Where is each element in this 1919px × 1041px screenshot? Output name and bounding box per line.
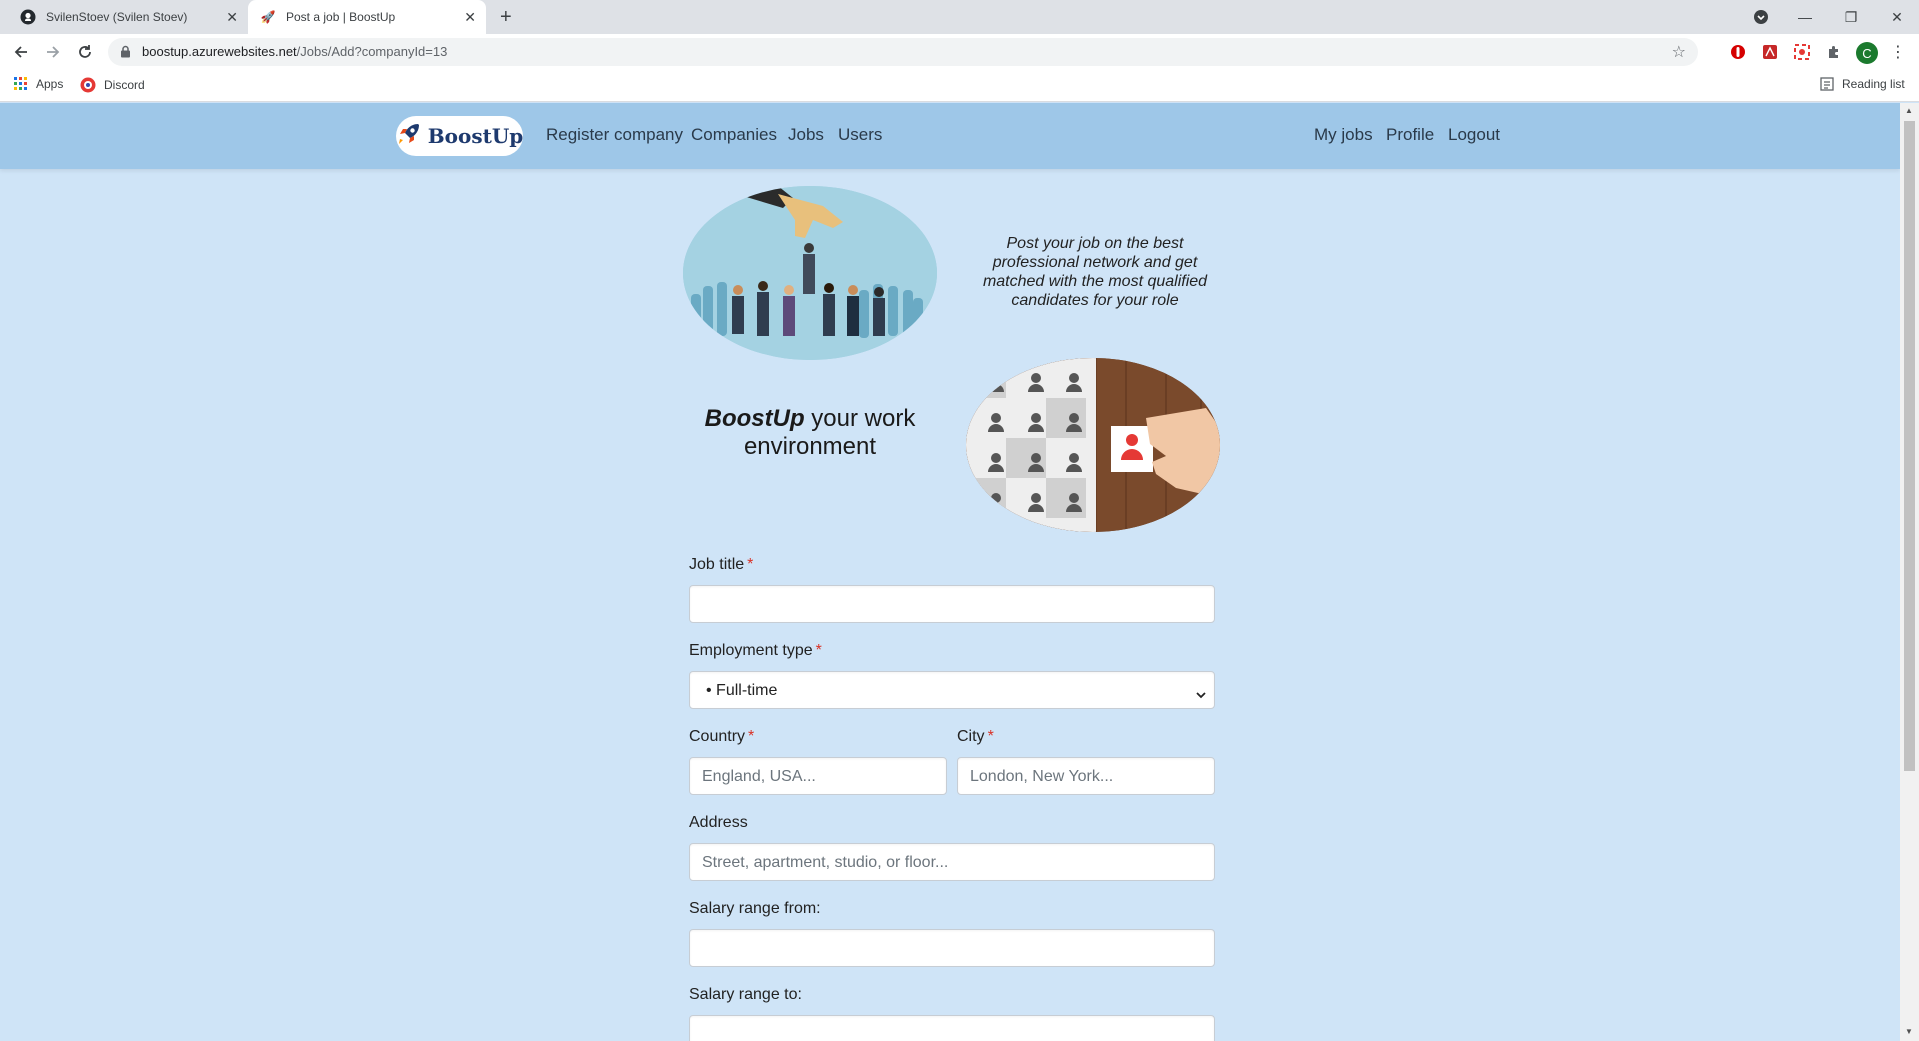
city-label: City * xyxy=(957,728,994,745)
scroll-down-arrow-icon[interactable]: ▼ xyxy=(1905,1027,1913,1036)
restore-button[interactable]: ❐ xyxy=(1828,0,1874,34)
discord-icon xyxy=(80,77,96,93)
reading-list-button[interactable]: Reading list xyxy=(1820,77,1905,91)
nav-companies[interactable]: Companies xyxy=(691,125,777,145)
bookmark-apps[interactable]: Apps xyxy=(14,77,63,91)
country-input[interactable]: England, USA... xyxy=(689,757,947,795)
hiring-hand-illustration xyxy=(683,186,937,360)
tab-title: SvilenStoev (Svilen Stoev) xyxy=(46,10,188,24)
tab-title: Post a job | BoostUp xyxy=(286,10,396,24)
extension-shield-icon[interactable] xyxy=(1728,42,1748,62)
employment-type-select[interactable]: • Full-time xyxy=(689,671,1215,709)
browser-menu-icon[interactable]: ⋮ xyxy=(1888,42,1908,62)
tab-search-icon[interactable] xyxy=(1738,0,1784,34)
url-text: boostup.azurewebsites.net/Jobs/Add?compa… xyxy=(142,44,448,59)
address-input[interactable]: Street, apartment, studio, or floor... xyxy=(689,843,1215,881)
rocket-icon xyxy=(396,121,422,152)
close-window-button[interactable]: ✕ xyxy=(1874,0,1919,34)
nav-my-jobs[interactable]: My jobs xyxy=(1314,125,1373,145)
bookmarks-bar: Apps Discord Reading list xyxy=(0,70,1919,102)
nav-jobs[interactable]: Jobs xyxy=(788,125,824,145)
browser-tab-strip: SvilenStoev (Svilen Stoev) ✕ 🚀 Post a jo… xyxy=(0,0,1919,34)
new-tab-button[interactable]: + xyxy=(500,6,512,29)
scrollbar-thumb[interactable] xyxy=(1904,121,1915,771)
bookmark-star-icon[interactable]: ☆ xyxy=(1672,42,1686,62)
pdf-extension-icon[interactable] xyxy=(1760,42,1780,62)
job-title-input[interactable] xyxy=(689,585,1215,623)
employment-type-selected: • Full-time xyxy=(706,682,778,699)
salary-from-input[interactable] xyxy=(689,929,1215,967)
address-bar[interactable]: boostup.azurewebsites.net/Jobs/Add?compa… xyxy=(108,38,1698,66)
scroll-up-arrow-icon[interactable]: ▲ xyxy=(1905,106,1913,115)
browser-toolbar: boostup.azurewebsites.net/Jobs/Add?compa… xyxy=(0,34,1919,70)
forward-icon[interactable] xyxy=(41,40,65,64)
salary-to-label: Salary range to: xyxy=(689,986,802,1003)
country-label: Country * xyxy=(689,728,755,745)
address-label: Address xyxy=(689,814,748,831)
site-navbar: BoostUp Register company Companies Jobs … xyxy=(0,103,1900,169)
rocket-icon: 🚀 xyxy=(260,10,276,24)
profile-avatar[interactable]: C xyxy=(1856,42,1878,64)
hero-slogan: BoostUp your work environment xyxy=(704,405,916,460)
close-tab-icon[interactable]: ✕ xyxy=(226,9,238,26)
tab-post-a-job[interactable]: 🚀 Post a job | BoostUp ✕ xyxy=(248,0,486,34)
city-input[interactable]: London, New York... xyxy=(957,757,1215,795)
github-icon xyxy=(20,9,36,25)
nav-users[interactable]: Users xyxy=(838,125,882,145)
salary-to-input[interactable] xyxy=(689,1015,1215,1041)
nav-profile[interactable]: Profile xyxy=(1386,125,1434,145)
brand-logo[interactable]: BoostUp xyxy=(396,116,523,156)
nav-register-company[interactable]: Register company xyxy=(546,125,683,145)
close-tab-icon[interactable]: ✕ xyxy=(464,9,476,26)
bookmark-discord[interactable]: Discord xyxy=(80,77,145,93)
reload-icon[interactable] xyxy=(73,40,97,64)
tab-github[interactable]: SvilenStoev (Svilen Stoev) ✕ xyxy=(8,0,248,34)
back-icon[interactable] xyxy=(9,40,33,64)
puzzle-people-image xyxy=(966,358,1220,532)
employment-type-label: Employment type * xyxy=(689,642,822,659)
extensions-puzzle-icon[interactable] xyxy=(1824,42,1844,62)
hero-tagline: Post your job on the best professional n… xyxy=(982,235,1208,309)
minimize-button[interactable]: — xyxy=(1782,0,1828,34)
job-title-label: Job title * xyxy=(689,556,754,573)
brand-name: BoostUp xyxy=(427,124,524,148)
reading-list-icon xyxy=(1820,77,1834,91)
nav-logout[interactable]: Logout xyxy=(1448,125,1500,145)
chevron-down-icon xyxy=(1196,686,1206,704)
lock-icon[interactable] xyxy=(120,45,131,63)
screen-capture-icon[interactable] xyxy=(1792,42,1812,62)
apps-grid-icon xyxy=(14,77,28,91)
salary-from-label: Salary range from: xyxy=(689,900,821,917)
page-scrollbar[interactable]: ▲ ▼ xyxy=(1900,103,1919,1041)
